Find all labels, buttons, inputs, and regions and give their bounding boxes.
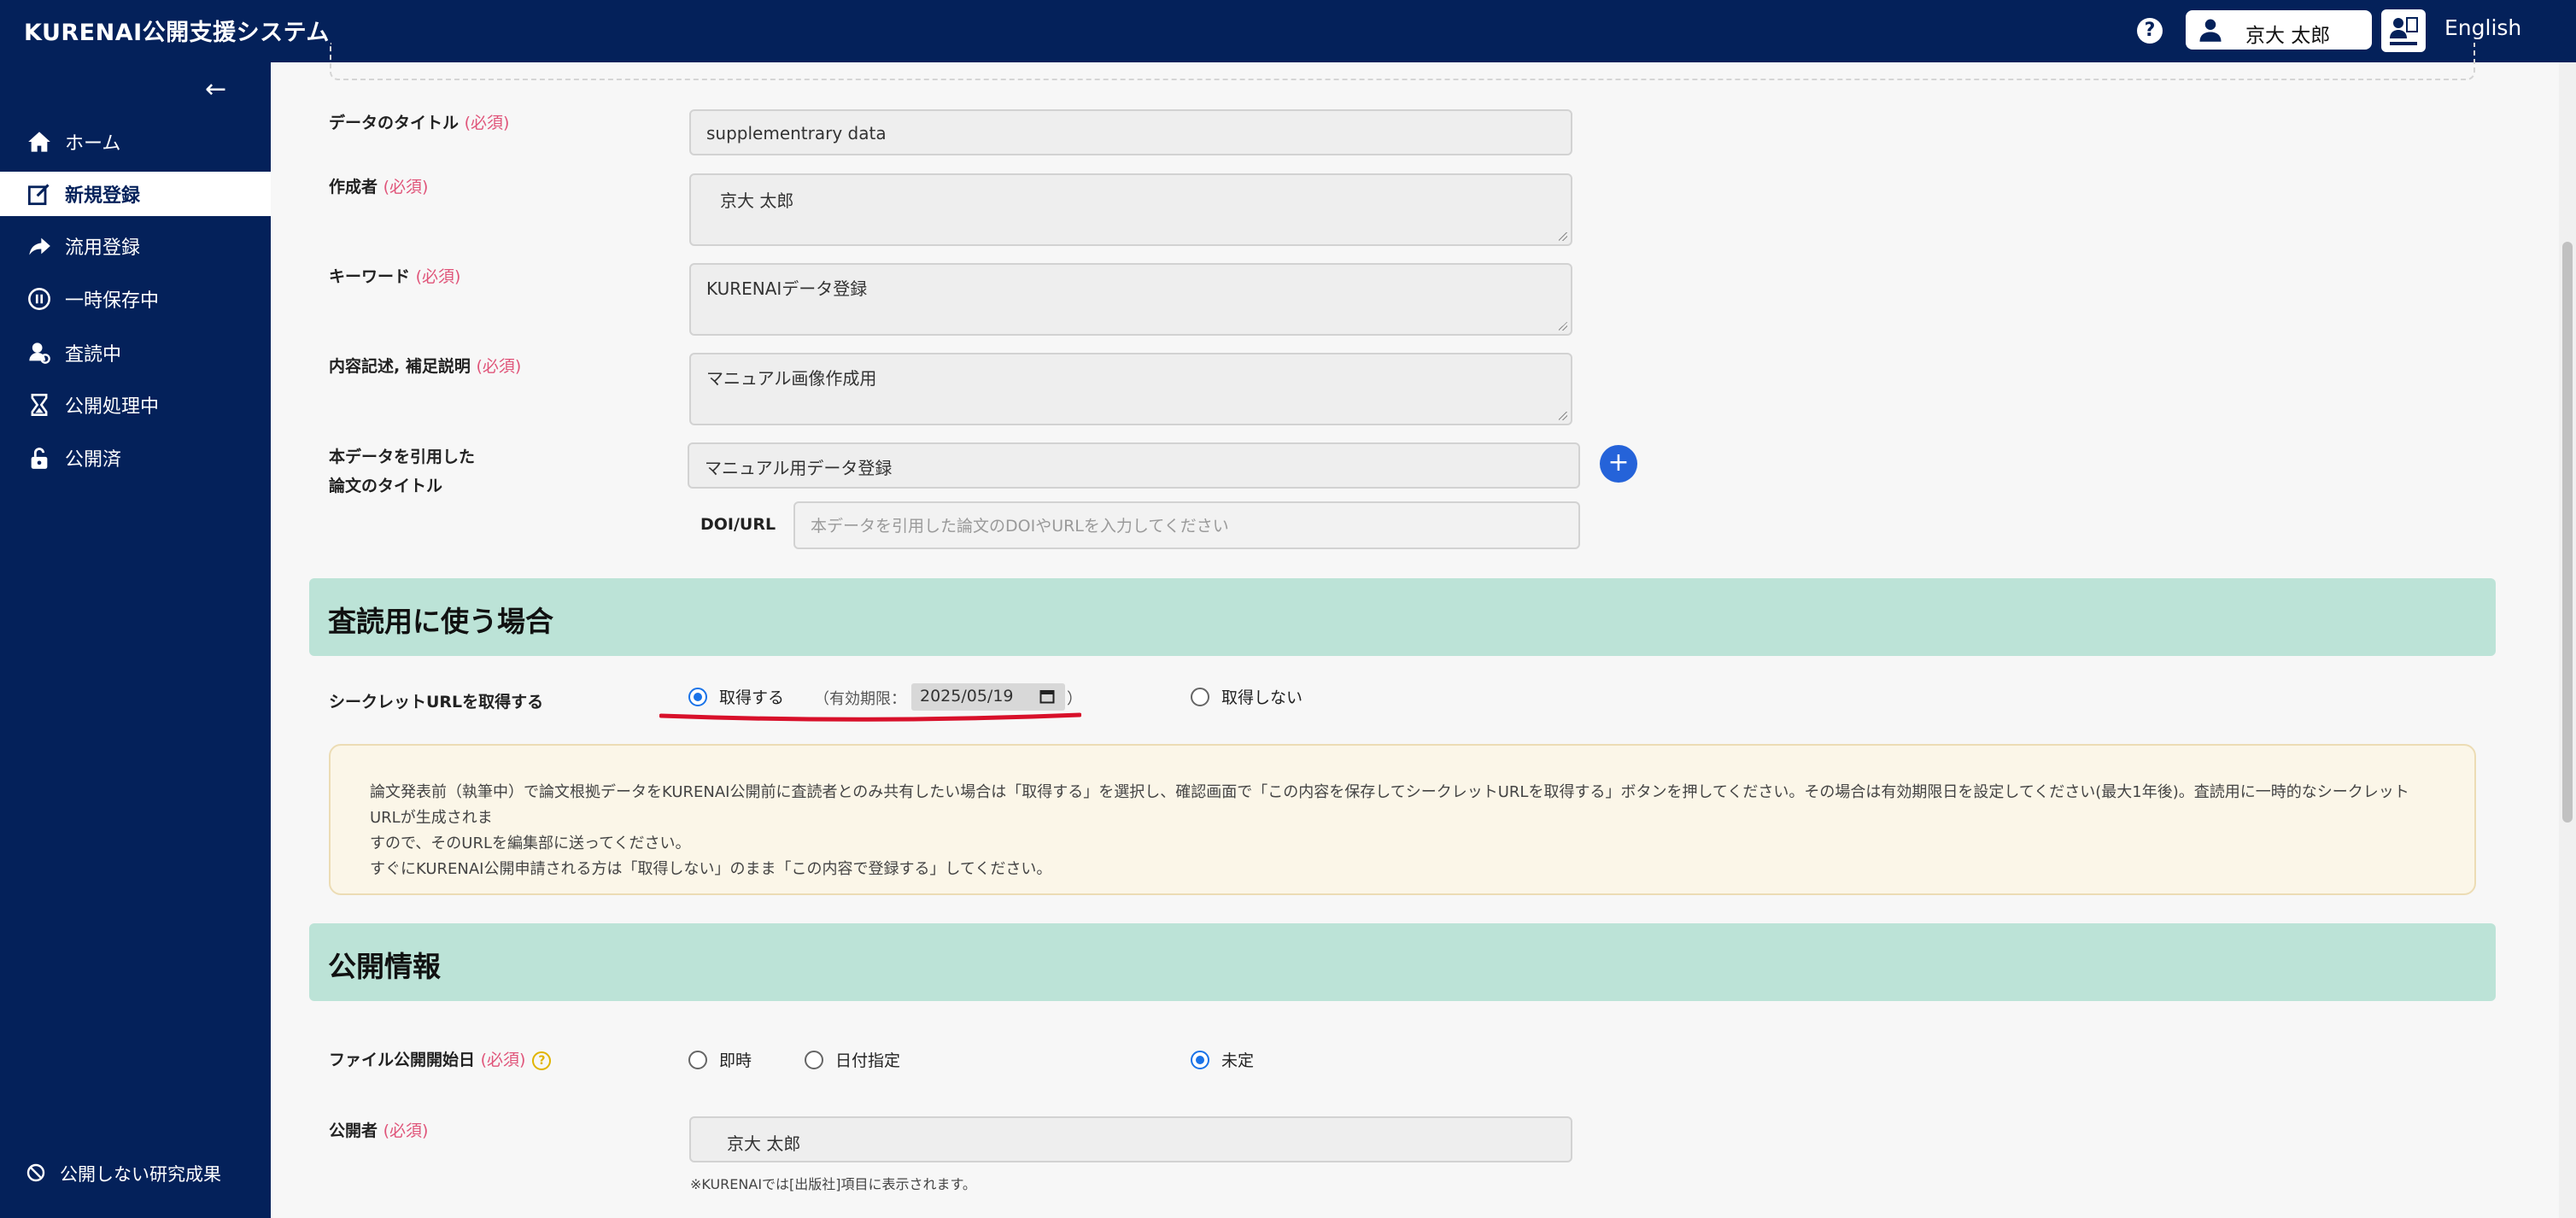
upper-panel-border <box>330 43 2475 80</box>
help-circle-icon[interactable]: ? <box>532 1051 552 1070</box>
publisher-input[interactable]: 京大 太郎 <box>689 1116 1572 1162</box>
review-section-header: 査読用に使う場合 <box>309 578 2496 656</box>
description-textarea[interactable]: マニュアル画像作成用 <box>689 353 1572 425</box>
sidebar-item-reuse-registration[interactable]: 流用登録 <box>0 224 271 268</box>
required-mark: (必須) <box>480 1051 526 1069</box>
radio-dot <box>1191 1050 1209 1069</box>
required-mark: (必須) <box>415 267 461 286</box>
doi-input[interactable]: 本データを引用した論文のDOIやURLを入力してください <box>793 501 1580 549</box>
description-label: 内容記述, 補足説明 (必須) <box>329 357 522 376</box>
radio-dot <box>688 687 707 706</box>
sidebar-item-label: 査読中 <box>65 344 122 366</box>
data-title-input[interactable]: supplementrary data <box>689 109 1572 155</box>
radio-dot <box>688 1050 707 1069</box>
sidebar-item-new-registration[interactable]: 新規登録 <box>0 172 271 216</box>
sidebar-item-temp-saved[interactable]: 一時保存中 <box>0 277 271 321</box>
page-scrollbar[interactable] <box>2559 62 2576 1218</box>
publisher-label: 公開者 (必須) <box>329 1121 429 1140</box>
publish-undecided-radio[interactable]: 未定 <box>1191 1048 1254 1071</box>
unlock-icon <box>26 444 53 471</box>
sidebar-item-label: 公開しない研究成果 <box>60 1164 221 1185</box>
review-icon <box>26 339 53 366</box>
secret-url-get-radio[interactable]: 取得する <box>688 685 784 708</box>
data-title-label: データのタイトル (必須) <box>329 114 510 132</box>
sidebar: ← ホーム 新規登録 流用登録 一時保存中 査読中 公開処理中 公開済 公開しな… <box>0 62 271 1218</box>
review-info-note: 論文発表前（執筆中）で論文根拠データをKURENAI公開前に査読者とのみ共有した… <box>329 744 2476 895</box>
help-icon[interactable]: ? <box>2137 18 2163 44</box>
language-switch-link[interactable]: English <box>2444 15 2521 40</box>
share-arrow-icon <box>26 232 53 260</box>
paper-title-label: 本データを引用した 論文のタイトル <box>329 448 476 495</box>
creator-label: 作成者 (必須) <box>329 178 429 196</box>
sidebar-item-unpublished-results[interactable]: 公開しない研究成果 <box>26 1161 221 1186</box>
app-title: KURENAI公開支援システム <box>24 20 330 46</box>
keyword-textarea[interactable]: KURENAIデータ登録 <box>689 263 1572 336</box>
radio-dot <box>1191 687 1209 706</box>
required-mark: (必須) <box>383 1121 429 1140</box>
doi-label: DOI/URL <box>700 515 776 534</box>
publish-section-header: 公開情報 <box>309 923 2496 1001</box>
sidebar-item-label: 公開済 <box>65 449 122 471</box>
pause-icon <box>26 285 53 313</box>
section-title: 査読用に使う場合 <box>328 605 553 638</box>
required-mark: (必須) <box>383 178 429 196</box>
expiry-date-input[interactable]: 2025/05/19 <box>911 683 1065 711</box>
sidebar-item-label: 流用登録 <box>65 237 141 259</box>
sidebar-item-label: 公開処理中 <box>65 396 160 418</box>
required-mark: (必須) <box>476 357 522 376</box>
red-underline-annotation <box>659 712 1081 722</box>
collapse-sidebar-icon[interactable]: ← <box>205 74 226 104</box>
sidebar-item-publishing[interactable]: 公開処理中 <box>0 383 271 427</box>
required-mark: (必須) <box>464 114 510 132</box>
hourglass-icon <box>26 391 53 419</box>
keyword-label: キーワード (必須) <box>329 267 461 286</box>
section-title: 公開情報 <box>328 950 441 983</box>
secret-url-not-get-radio[interactable]: 取得しない <box>1191 685 1303 708</box>
creator-textarea[interactable]: 京大 太郎 <box>689 173 1572 246</box>
radio-dot <box>805 1050 823 1069</box>
calendar-icon <box>1039 690 1055 704</box>
scrollbar-thumb[interactable] <box>2562 242 2573 823</box>
publish-date-radio[interactable]: 日付指定 <box>805 1048 900 1071</box>
sidebar-item-published[interactable]: 公開済 <box>0 436 271 480</box>
expiry-prefix: （有効期限： <box>814 690 906 708</box>
user-icon <box>2199 19 2222 42</box>
sidebar-item-label: ホーム <box>65 133 121 155</box>
home-icon <box>26 128 53 155</box>
add-paper-button[interactable]: + <box>1600 445 1637 483</box>
file-publish-start-label: ファイル公開開始日 (必須)? <box>329 1047 552 1070</box>
sidebar-item-label: 新規登録 <box>65 185 141 207</box>
sidebar-item-home[interactable]: ホーム <box>0 120 271 164</box>
sidebar-item-label: 一時保存中 <box>65 290 160 312</box>
secret-url-label: シークレットURLを取得する <box>329 693 544 711</box>
ban-icon <box>26 1162 48 1185</box>
sidebar-item-under-review[interactable]: 査読中 <box>0 331 271 375</box>
publisher-note: ※KURENAIでは[出版社]項目に表示されます。 <box>690 1176 976 1192</box>
expiry-suffix: ） <box>1067 690 1082 708</box>
edit-icon <box>26 180 53 208</box>
publish-immediate-radio[interactable]: 即時 <box>688 1048 752 1071</box>
paper-title-input[interactable]: マニュアル用データ登録 <box>688 442 1580 489</box>
